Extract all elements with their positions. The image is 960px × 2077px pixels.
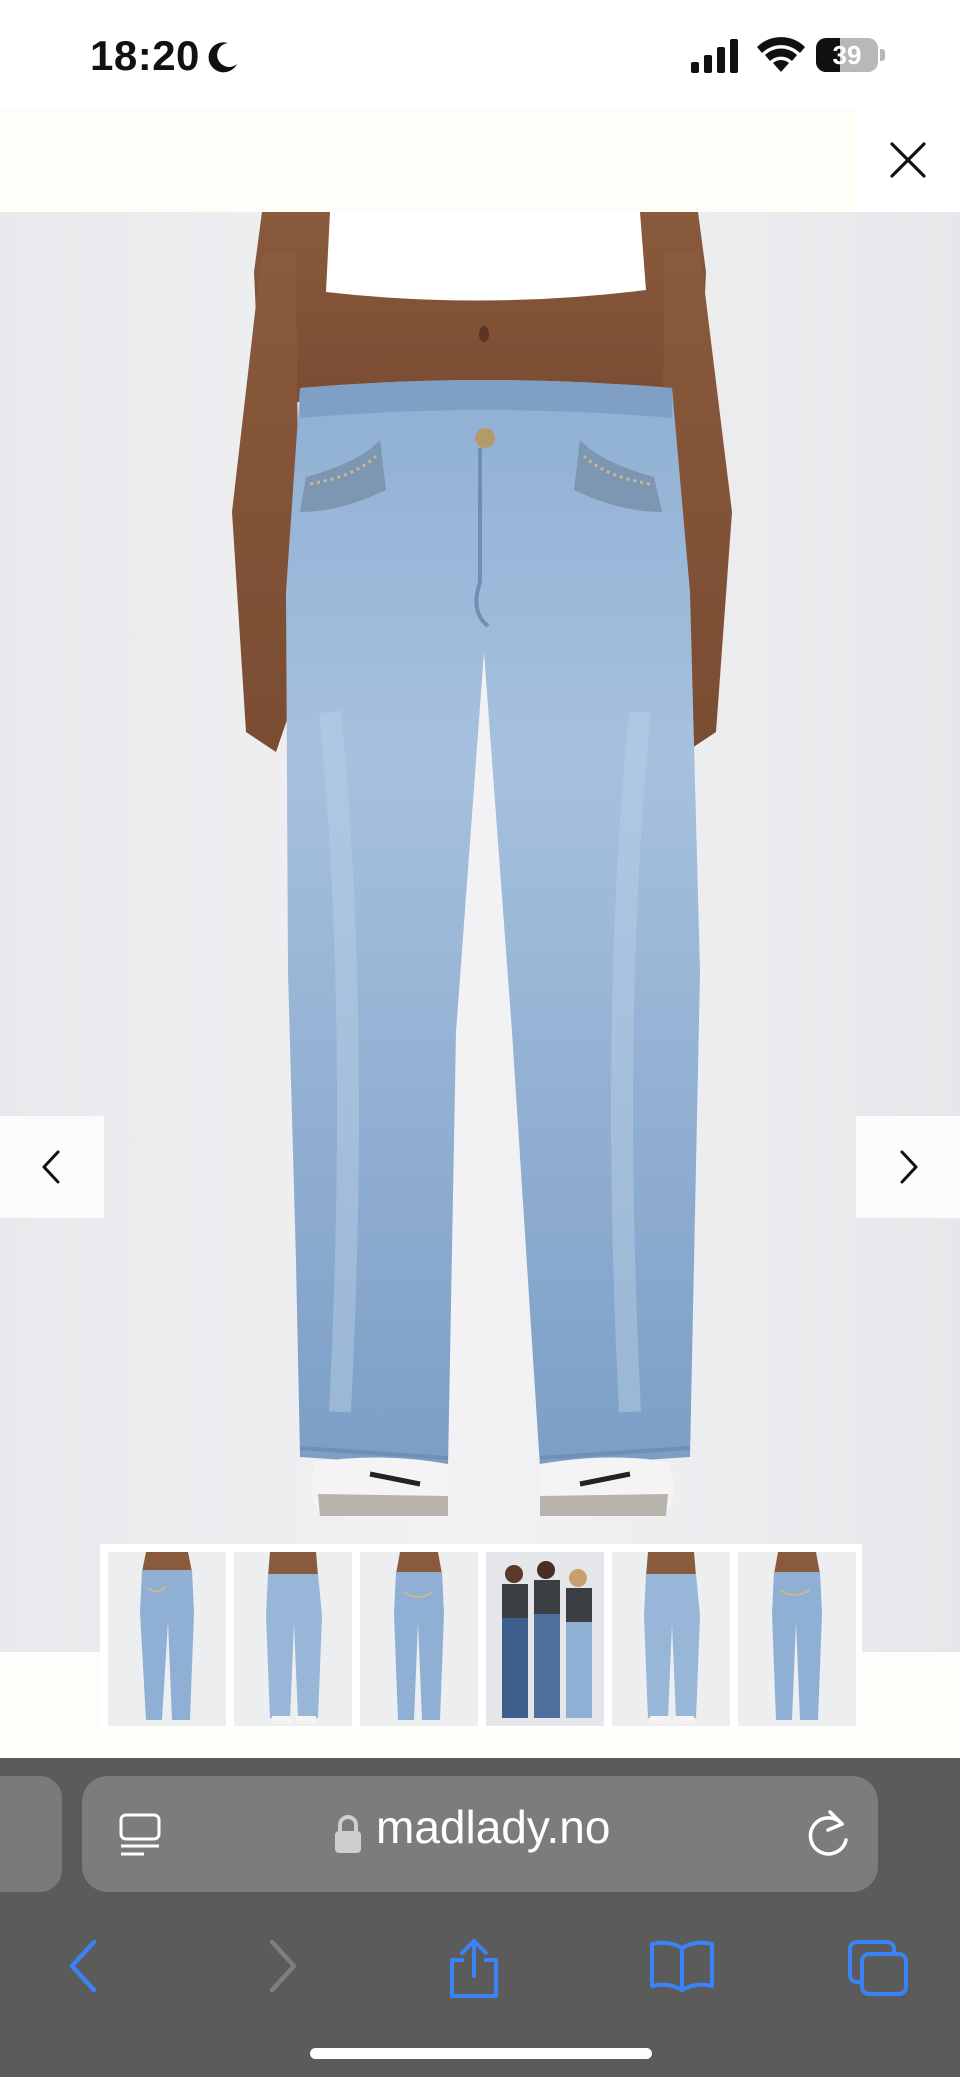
thumbnail-4[interactable] (486, 1552, 604, 1726)
forward-button[interactable] (228, 1910, 348, 2020)
signal-icon (691, 39, 738, 73)
url-text: madlady.no (376, 1801, 611, 1853)
lock-icon (335, 1815, 361, 1853)
thumbnail-3[interactable] (360, 1552, 478, 1726)
reload-icon[interactable] (804, 1808, 852, 1860)
battery-level: 39 (832, 40, 862, 70)
close-button[interactable] (856, 108, 960, 212)
previous-tab-edge[interactable] (0, 1776, 62, 1892)
chevron-right-icon (900, 1150, 918, 1184)
close-icon (890, 142, 926, 178)
address-bar[interactable]: madlady.no (82, 1776, 878, 1892)
thumbnail-2[interactable] (234, 1552, 352, 1726)
share-button[interactable] (412, 1910, 532, 2020)
chevron-left-icon (42, 1150, 60, 1184)
back-button[interactable] (30, 1910, 150, 2020)
moon-icon (208, 42, 237, 73)
previous-image-button[interactable] (0, 1116, 104, 1218)
reader-icon[interactable] (118, 1812, 162, 1858)
share-icon (450, 1939, 498, 1998)
bookmarks-icon (650, 1940, 714, 1992)
forward-icon (269, 1939, 297, 1993)
thumbnail-1[interactable] (108, 1552, 226, 1726)
browser-toolbar (0, 1910, 960, 2030)
thumbnail-strip (100, 1544, 862, 1730)
modal-header (0, 108, 960, 212)
status-time: 18:20 (90, 32, 200, 79)
thumbnail-6[interactable] (738, 1552, 856, 1726)
bookmarks-button[interactable] (614, 1910, 734, 2020)
thumbnail-5[interactable] (612, 1552, 730, 1726)
wifi-icon (757, 37, 805, 72)
next-image-button[interactable] (856, 1116, 960, 1218)
battery-icon: 39 (816, 36, 888, 74)
back-icon (69, 1939, 97, 1993)
product-image-gallery[interactable] (0, 212, 960, 1652)
home-indicator (310, 2048, 652, 2059)
product-main-image (0, 212, 960, 1652)
status-bar: 18:20 39 (0, 0, 960, 110)
tabs-button[interactable] (812, 1910, 932, 2020)
tabs-icon (848, 1940, 908, 1996)
